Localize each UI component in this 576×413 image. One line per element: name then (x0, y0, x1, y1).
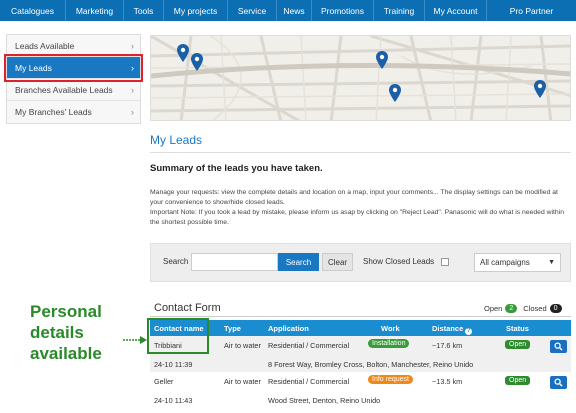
lead-date: 24-10 11:43 (154, 396, 193, 405)
annotation-line: available (30, 344, 102, 363)
view-details-button[interactable] (550, 376, 567, 389)
map-streets (151, 36, 570, 120)
column-header-label: Distance (432, 324, 464, 333)
nav-service[interactable]: Service (228, 0, 277, 21)
magnifier-icon (554, 342, 563, 351)
column-header-status[interactable]: Status (506, 324, 529, 333)
contact-name: Geller (154, 377, 174, 386)
chevron-right-icon: › (131, 40, 134, 51)
map-pin-icon[interactable] (191, 53, 203, 71)
map-pin-icon[interactable] (177, 44, 189, 62)
campaign-select-value: All campaigns (480, 258, 530, 267)
nav-pro-partner[interactable]: Pro Partner (487, 0, 576, 21)
sidebar-item-leads-available[interactable]: Leads Available › (7, 35, 140, 57)
sidebar-item-branches-available-leads[interactable]: Branches Available Leads › (7, 79, 140, 101)
table-row[interactable]: Geller 24-10 11:43 Air to water Resident… (150, 372, 571, 413)
sidebar-item-label: My Leads (15, 62, 52, 73)
magnifier-icon (554, 378, 563, 387)
table-row[interactable]: Tribbiani 24-10 11:39 Air to water Resid… (150, 336, 571, 372)
show-closed-checkbox[interactable] (441, 258, 449, 266)
lead-distance: ~17.6 km (432, 341, 463, 350)
leads-map[interactable] (150, 35, 571, 121)
lead-type: Air to water (224, 341, 261, 350)
map-pin-icon[interactable] (376, 51, 388, 69)
closed-label: Closed (523, 304, 547, 313)
page-title: My Leads (150, 133, 203, 147)
clear-button[interactable]: Clear (322, 253, 353, 271)
lead-type: Air to water (224, 377, 261, 386)
column-header-application[interactable]: Application (268, 324, 309, 333)
nav-marketing[interactable]: Marketing (66, 0, 124, 21)
open-count-badge: 2 (505, 304, 518, 313)
view-details-button[interactable] (550, 340, 567, 353)
column-header-distance[interactable]: Distance? (432, 324, 473, 335)
page-description: Manage your requests: view the complete … (150, 188, 570, 228)
description-text: Manage your requests: view the complete … (150, 189, 558, 206)
annotation-text: Personal details available (30, 301, 102, 364)
search-panel: Search Search Clear Show Closed Leads Al… (150, 243, 571, 282)
lead-counts: Open 2 Closed 0 (484, 304, 562, 313)
nav-tools[interactable]: Tools (124, 0, 164, 21)
table-header: Contact name Type Application Work Dista… (150, 320, 571, 336)
nav-my-projects[interactable]: My projects (164, 0, 228, 21)
lead-date: 24-10 11:39 (154, 360, 193, 369)
lead-application: Residential / Commercial (268, 377, 350, 386)
sidebar: Leads Available › My Leads › Branches Av… (4, 34, 143, 124)
nav-my-account[interactable]: My Account (425, 0, 487, 21)
nav-news[interactable]: News (277, 0, 312, 21)
contact-form-title: Contact Form (154, 302, 221, 314)
nav-training[interactable]: Training (374, 0, 425, 21)
search-input[interactable] (191, 253, 278, 271)
chevron-right-icon: › (131, 84, 134, 95)
sidebar-item-label: Branches Available Leads (15, 84, 113, 95)
lead-address: 8 Forest Way, Bromley Cross, Bolton, Man… (268, 360, 474, 369)
search-label: Search (163, 257, 189, 266)
lead-application: Residential / Commercial (268, 341, 350, 350)
divider (150, 316, 571, 317)
sidebar-item-label: Leads Available (15, 40, 75, 51)
sidebar-item-my-branches-leads[interactable]: My Branches' Leads › (7, 101, 140, 123)
open-label: Open (484, 304, 503, 313)
map-pin-icon[interactable] (534, 80, 546, 98)
search-button[interactable]: Search (278, 253, 319, 271)
top-nav: Catalogues Marketing Tools My projects S… (0, 0, 576, 21)
status-badge: Open (505, 376, 531, 385)
page-summary: Summary of the leads you have taken. (150, 163, 323, 174)
sidebar-item-my-leads[interactable]: My Leads › (4, 54, 143, 82)
nav-catalogues[interactable]: Catalogues (0, 0, 66, 21)
map-pin-icon[interactable] (389, 84, 401, 102)
important-note-text: Important Note: If you took a lead by mi… (150, 209, 564, 226)
caret-down-icon: ▼ (548, 259, 555, 266)
status-badge: Open (505, 340, 531, 349)
contact-name-highlight (147, 318, 209, 354)
work-badge: Installation (368, 339, 410, 348)
chevron-right-icon: › (131, 62, 134, 73)
column-header-type[interactable]: Type (224, 324, 241, 333)
closed-count-badge: 0 (549, 304, 562, 313)
chevron-right-icon: › (131, 107, 134, 117)
work-badge: Info request (368, 375, 413, 384)
annotation-line: Personal (30, 302, 102, 321)
info-icon[interactable]: ? (465, 328, 473, 335)
campaign-select[interactable]: All campaigns ▼ (474, 253, 561, 272)
sidebar-item-label: My Branches' Leads (15, 107, 92, 117)
arrow-right-icon (123, 336, 147, 344)
annotation-line: details (30, 323, 84, 342)
divider (150, 152, 571, 153)
nav-promotions[interactable]: Promotions (312, 0, 374, 21)
show-closed-label: Show Closed Leads (363, 257, 435, 266)
lead-address: Wood Street, Denton, Reino Unido (268, 396, 381, 405)
column-header-work[interactable]: Work (381, 324, 400, 333)
lead-distance: ~13.5 km (432, 377, 463, 386)
